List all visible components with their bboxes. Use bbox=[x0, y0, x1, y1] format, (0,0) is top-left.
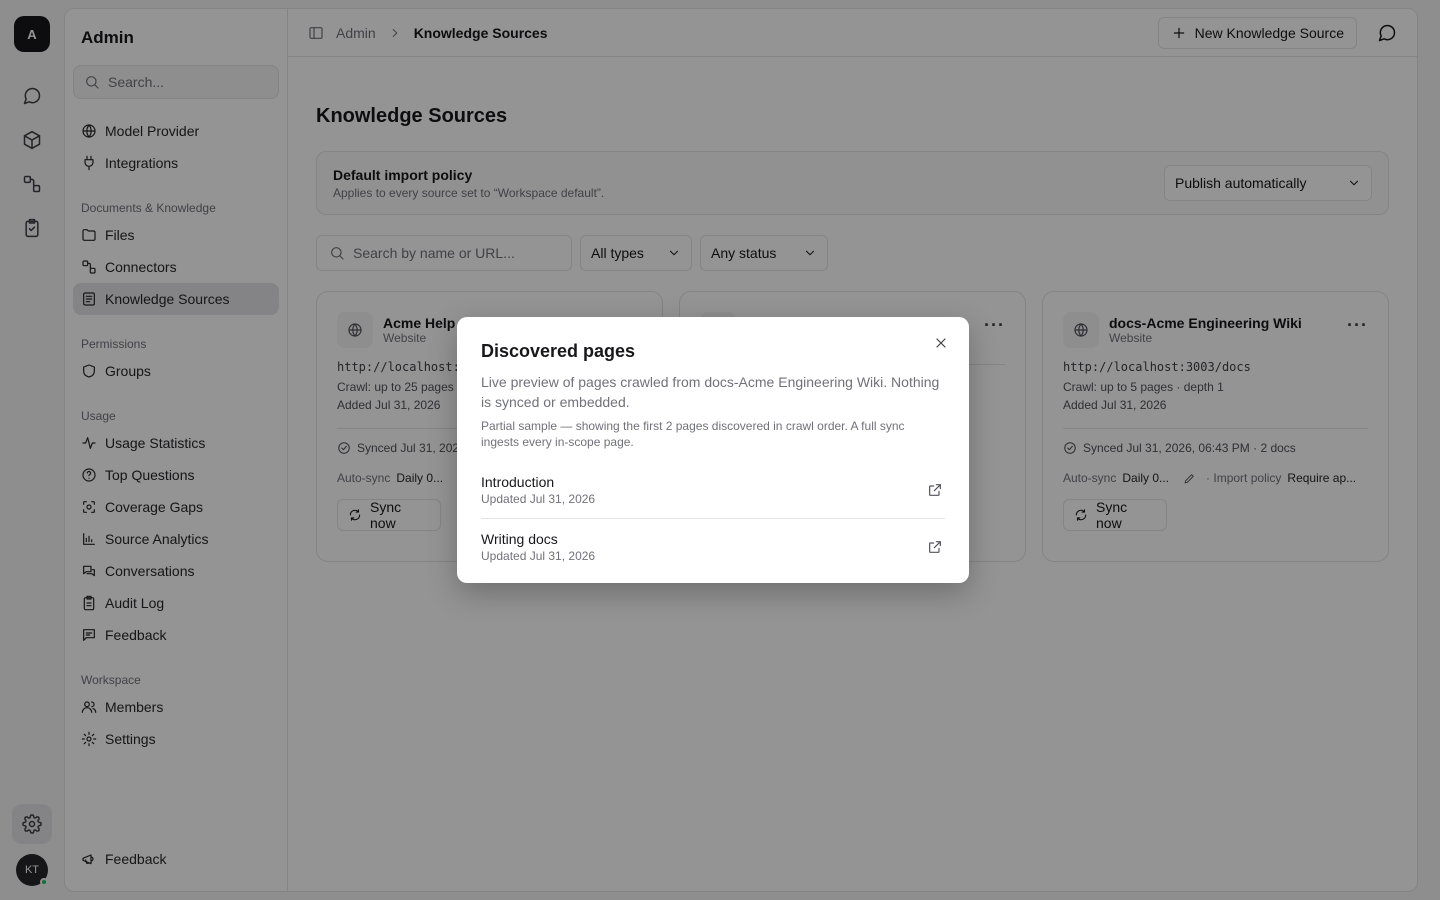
close-icon[interactable] bbox=[931, 333, 951, 353]
external-link-icon[interactable] bbox=[925, 480, 945, 500]
dialog-note: Partial sample — showing the first 2 pag… bbox=[481, 419, 905, 449]
discovered-page-row: Introduction Updated Jul 31, 2026 bbox=[481, 462, 945, 518]
page-title-text: Writing docs bbox=[481, 530, 558, 547]
discovered-page-row: Writing docs Updated Jul 31, 2026 bbox=[481, 518, 945, 574]
page-title-text: Introduction bbox=[481, 474, 555, 490]
page-updated-date: Updated Jul 31, 2026 bbox=[481, 492, 596, 506]
dialog-description: Live preview of pages crawled from docs-… bbox=[481, 374, 940, 410]
dialog-title: Discovered pages bbox=[481, 341, 636, 361]
external-link-icon[interactable] bbox=[925, 537, 945, 557]
page-updated-date: Updated Jul 31, 2026 bbox=[481, 548, 596, 563]
discovered-pages-dialog: Discovered pages Live preview of pages c… bbox=[457, 317, 969, 583]
discovered-pages-list: Introduction Updated Jul 31, 2026 Writing … bbox=[481, 462, 945, 574]
